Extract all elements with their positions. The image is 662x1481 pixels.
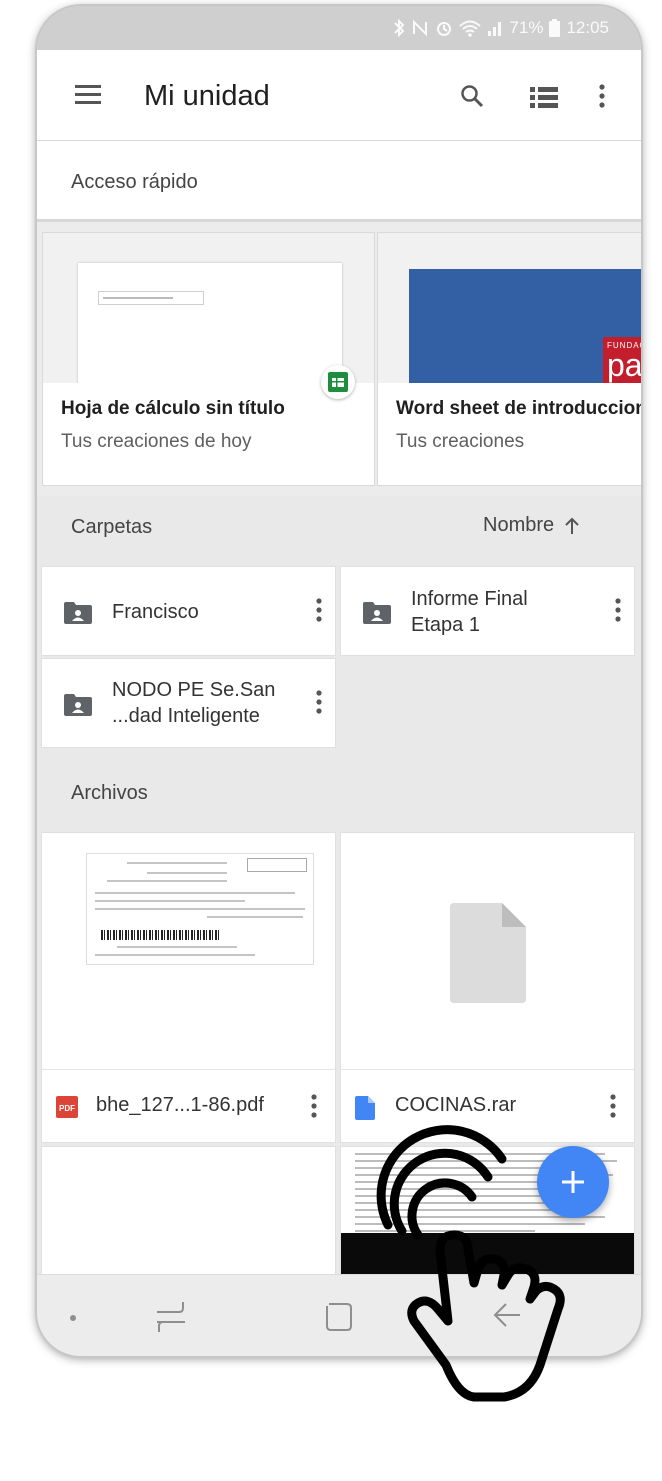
home-icon[interactable] (325, 1302, 353, 1332)
folder-name: Informe Final Etapa 1 (411, 586, 528, 638)
menu-icon[interactable] (75, 84, 101, 104)
status-icons: 71% 12:05 (393, 18, 609, 38)
folder-item[interactable]: Francisco (41, 566, 336, 656)
files-label: Archivos (71, 782, 148, 804)
alarm-icon (437, 22, 452, 36)
sort-label: Nombre (483, 514, 555, 536)
page-title: Mi unidad (144, 80, 270, 112)
status-bar: 71% 12:05 (37, 6, 641, 50)
folder-name: NODO PE Se.San ...dad Inteligente (112, 677, 275, 729)
doc-file-icon (355, 1096, 375, 1120)
list-view-icon[interactable] (530, 87, 558, 109)
shared-folder-icon (64, 602, 92, 624)
battery-icon (549, 19, 561, 37)
shared-folder-icon (363, 602, 391, 624)
pdf-icon: PDF (56, 1096, 78, 1118)
shared-folder-icon (64, 694, 92, 716)
clock: 12:05 (566, 18, 609, 37)
more-vert-icon[interactable] (610, 1094, 616, 1118)
spreadsheet-thumbnail (43, 233, 374, 383)
file-item[interactable] (41, 1146, 336, 1276)
bluetooth-icon (394, 19, 405, 37)
more-vert-icon[interactable] (316, 690, 322, 714)
pdf-preview (86, 853, 314, 965)
battery-percent: 71% (509, 18, 544, 37)
svg-text:PDF: PDF (59, 1104, 75, 1113)
file-item[interactable]: PDF bhe_127...1-86.pdf (41, 832, 336, 1143)
recents-icon[interactable] (155, 1300, 187, 1334)
search-icon[interactable] (460, 84, 484, 108)
generic-file-thumbnail (341, 833, 634, 1069)
folders-label: Carpetas (71, 516, 153, 538)
more-vert-icon[interactable] (311, 1094, 317, 1118)
file-name: COCINAS.rar (395, 1094, 517, 1116)
app-bar: Mi unidad (37, 50, 641, 141)
more-vert-icon[interactable] (599, 84, 605, 108)
more-vert-icon[interactable] (316, 598, 322, 622)
nfc-icon (413, 19, 428, 37)
quick-access-card[interactable]: Hoja de cálculo sin título Tus creacione… (42, 232, 375, 486)
file-icon (450, 903, 526, 1003)
sort-control[interactable]: Nombre (483, 514, 580, 537)
folder-item[interactable]: NODO PE Se.San ...dad Inteligente (41, 658, 336, 748)
arrow-up-icon (565, 517, 579, 534)
file-item[interactable]: COCINAS.rar (340, 832, 635, 1143)
quick-access-label: Acceso rápido (71, 171, 198, 193)
quick-card-subtitle: Tus creaciones de hoy (61, 431, 252, 452)
pdf-thumbnail (42, 833, 335, 1069)
fundacion-pais-logo: FUNDACIÓN país (603, 337, 641, 383)
folder-name-line: NODO PE Se.San (112, 679, 276, 701)
quick-access-carousel[interactable]: Hoja de cálculo sin título Tus creacione… (37, 222, 641, 496)
nav-dot (70, 1315, 76, 1321)
file-footer: PDF bhe_127...1-86.pdf (42, 1069, 335, 1142)
file-name: bhe_127...1-86.pdf (96, 1094, 264, 1116)
sheets-icon (321, 365, 355, 399)
tap-gesture-icon (376, 1125, 565, 1402)
quick-card-title: Word sheet de introduccion (396, 398, 641, 419)
quick-card-title: Hoja de cálculo sin título (61, 398, 285, 419)
quick-access-card[interactable]: FUNDACIÓN país Word sheet de introduccio… (377, 232, 641, 486)
slide-preview: FUNDACIÓN país (409, 269, 641, 383)
folder-item[interactable]: Informe Final Etapa 1 (340, 566, 635, 656)
spreadsheet-preview (78, 263, 342, 383)
folder-name-line: Informe Final (411, 588, 528, 610)
folder-name: Francisco (112, 601, 199, 623)
quick-card-subtitle: Tus creaciones (396, 431, 525, 452)
more-vert-icon[interactable] (615, 598, 621, 622)
folder-name-line: Etapa 1 (411, 614, 480, 636)
quick-access-header: Acceso rápido (37, 141, 641, 222)
signal-icon (488, 22, 502, 36)
folder-name-line: ...dad Inteligente (112, 705, 260, 727)
wifi-icon (459, 20, 482, 37)
slide-thumbnail: FUNDACIÓN país (378, 233, 641, 383)
